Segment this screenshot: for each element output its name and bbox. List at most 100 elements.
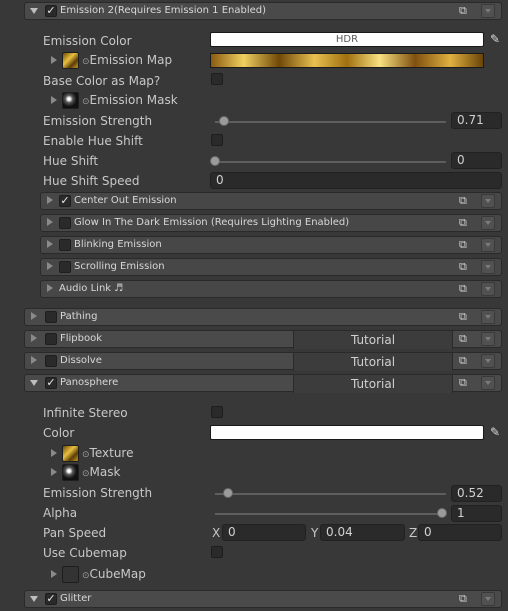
subsection-scrolling-emission[interactable]: Scrolling Emission ⧉ (40, 258, 502, 276)
link-icon[interactable]: ⧉ (459, 377, 473, 389)
hue-shift-knob[interactable] (210, 156, 220, 166)
pathing-checkbox[interactable] (45, 311, 57, 323)
section-title: Pathing (60, 311, 98, 322)
foldout-icon[interactable] (47, 196, 53, 204)
enable-hue-shift-checkbox[interactable] (211, 134, 223, 146)
foldout-icon[interactable] (47, 240, 53, 248)
dropdown-icon[interactable] (481, 310, 495, 324)
dropdown-icon[interactable] (481, 332, 495, 346)
dropdown-icon[interactable] (481, 4, 495, 18)
blinking-checkbox[interactable] (59, 239, 71, 251)
foldout-icon[interactable] (47, 218, 53, 226)
subsection-glow-in-the-dark[interactable]: Glow In The Dark Emission (Requires Ligh… (40, 214, 502, 232)
dropdown-icon[interactable] (481, 216, 495, 230)
dropdown-icon[interactable] (481, 194, 495, 208)
foldout-open-icon[interactable] (30, 596, 38, 602)
link-icon[interactable]: ⧉ (459, 261, 473, 273)
dropdown-icon[interactable] (481, 376, 495, 390)
section-flipbook-header[interactable]: Flipbook Tutorial ⧉ (24, 330, 502, 349)
foldout-icon[interactable] (47, 284, 53, 292)
subsection-title: Scrolling Emission (74, 261, 165, 272)
link-icon[interactable]: ⧉ (459, 311, 473, 323)
pano-strength-slider[interactable] (215, 493, 446, 495)
foldout-open-icon[interactable] (30, 8, 38, 14)
foldout-open-icon[interactable] (30, 380, 38, 386)
pano-strength-knob[interactable] (223, 488, 233, 498)
alpha-knob[interactable] (437, 508, 447, 518)
foldout-icon[interactable] (51, 56, 57, 64)
subsection-audio-link[interactable]: Audio Link ♬ ⧉ (40, 280, 502, 298)
eyedropper-icon[interactable]: ✎ (487, 425, 503, 440)
tutorial-button[interactable]: Tutorial (293, 375, 453, 393)
emission-strength-knob[interactable] (219, 116, 229, 126)
use-cubemap-label: Use Cubemap (43, 546, 127, 560)
base-color-checkbox[interactable] (211, 73, 223, 85)
foldout-icon[interactable] (31, 334, 37, 342)
dropdown-icon[interactable] (481, 592, 495, 606)
section-glitter-header[interactable]: Glitter ⧉ (24, 590, 502, 608)
link-icon[interactable]: ⧉ (459, 195, 473, 207)
hue-shift-slider[interactable] (215, 161, 446, 163)
dropdown-icon[interactable] (481, 238, 495, 252)
foldout-icon[interactable] (31, 356, 37, 364)
emission-strength-slider[interactable] (215, 121, 446, 123)
pano-strength-label: Emission Strength (43, 486, 153, 500)
dropdown-icon[interactable] (481, 260, 495, 274)
hue-shift-speed-input[interactable]: 0 (210, 172, 502, 189)
panosphere-checkbox[interactable] (45, 377, 57, 389)
alpha-slider[interactable] (215, 513, 446, 515)
pano-strength-input[interactable]: 0.52 (451, 485, 502, 502)
tutorial-button[interactable]: Tutorial (293, 331, 453, 349)
glow-checkbox[interactable] (59, 217, 71, 229)
texture-thumbnail[interactable] (62, 445, 79, 462)
cubemap-thumbnail[interactable] (62, 566, 79, 583)
center-out-checkbox[interactable] (59, 195, 71, 207)
foldout-icon[interactable] (51, 570, 57, 578)
emission-color-field[interactable]: HDR (210, 32, 484, 47)
section-emission2-header[interactable]: Emission 2(Requires Emission 1 Enabled) … (24, 2, 502, 20)
alpha-input[interactable]: 1 (451, 505, 502, 522)
link-icon[interactable]: ⧉ (459, 5, 473, 17)
pan-x-input[interactable]: 0 (222, 524, 306, 541)
infinite-stereo-checkbox[interactable] (211, 406, 223, 418)
dropdown-icon[interactable] (481, 282, 495, 296)
subsection-blinking-emission[interactable]: Blinking Emission ⧉ (40, 236, 502, 254)
emission-map-gradient[interactable] (210, 53, 484, 68)
pan-z-input[interactable]: 0 (418, 524, 502, 541)
emission-map-thumbnail[interactable] (62, 52, 79, 69)
pan-z-label: Z (409, 526, 418, 540)
link-icon[interactable]: ⧉ (459, 239, 473, 251)
link-icon[interactable]: ⧉ (459, 355, 473, 367)
link-icon[interactable]: ⧉ (459, 333, 473, 345)
tutorial-button[interactable]: Tutorial (293, 353, 453, 371)
eyedropper-icon[interactable]: ✎ (487, 32, 503, 47)
link-icon[interactable]: ⧉ (459, 217, 473, 229)
dropdown-icon[interactable] (481, 354, 495, 368)
hue-shift-input[interactable]: 0 (451, 152, 502, 169)
section-dissolve-header[interactable]: Dissolve Tutorial ⧉ (24, 352, 502, 371)
foldout-icon[interactable] (47, 262, 53, 270)
emission-mask-thumbnail[interactable] (62, 92, 79, 109)
foldout-icon[interactable] (51, 449, 57, 457)
link-icon[interactable]: ⧉ (459, 593, 473, 605)
mask-thumbnail[interactable] (62, 464, 79, 481)
flipbook-checkbox[interactable] (45, 333, 57, 345)
mask-label: ⊙Mask (82, 465, 121, 479)
subsection-title: Glow In The Dark Emission (Requires Ligh… (74, 217, 350, 228)
emission2-checkbox[interactable] (45, 5, 57, 17)
foldout-icon[interactable] (51, 96, 57, 104)
dissolve-checkbox[interactable] (45, 355, 57, 367)
section-panosphere-header[interactable]: Panosphere Tutorial ⧉ (24, 374, 502, 393)
foldout-icon[interactable] (51, 468, 57, 476)
foldout-icon[interactable] (31, 312, 37, 320)
scrolling-checkbox[interactable] (59, 261, 71, 273)
glitter-checkbox[interactable] (45, 593, 57, 605)
emission-strength-input[interactable]: 0.71 (451, 112, 502, 129)
subsection-center-out-emission[interactable]: Center Out Emission ⧉ (40, 192, 502, 210)
section-pathing-header[interactable]: Pathing ⧉ (24, 308, 502, 326)
pano-color-field[interactable] (210, 425, 484, 440)
link-icon[interactable]: ⧉ (459, 283, 473, 295)
use-cubemap-checkbox[interactable] (211, 546, 223, 558)
pan-y-input[interactable]: 0.04 (320, 524, 405, 541)
base-color-label: Base Color as Map? (43, 74, 161, 88)
